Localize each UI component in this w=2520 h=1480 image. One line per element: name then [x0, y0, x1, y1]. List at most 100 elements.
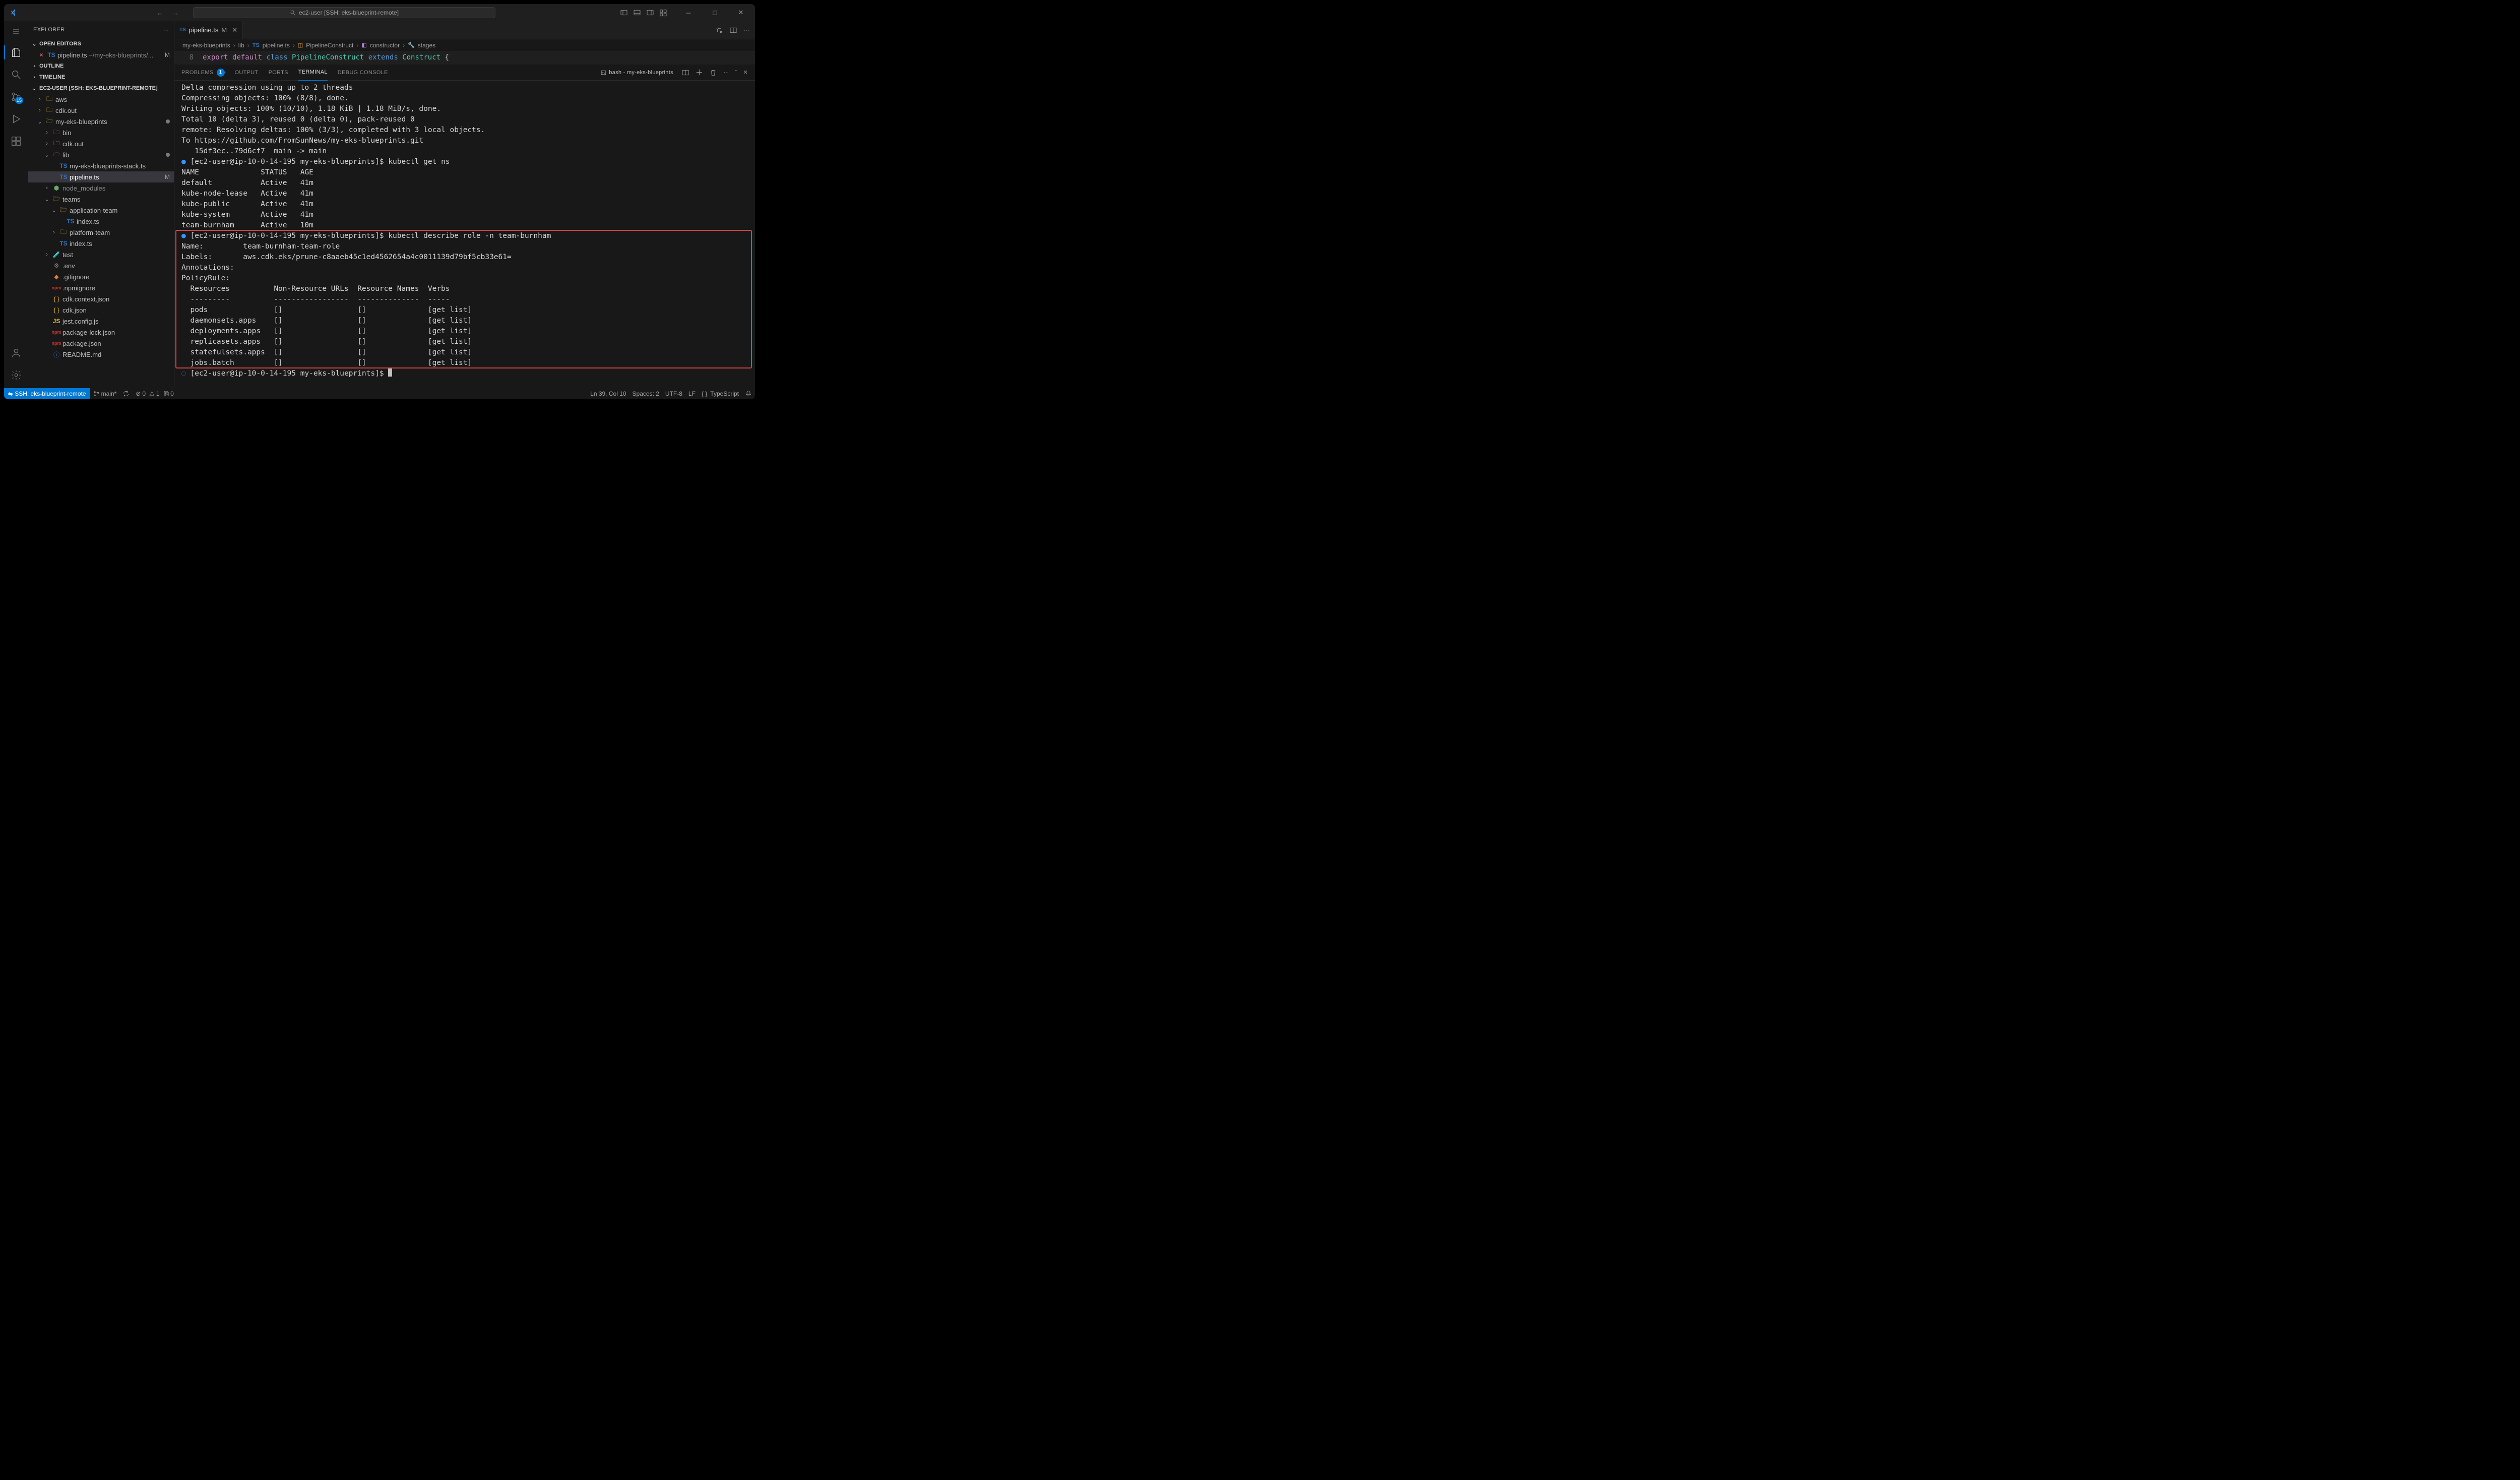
property-icon: 🔧	[408, 42, 415, 48]
code-editor[interactable]: 8export default class PipelineConstruct …	[174, 51, 755, 65]
window-maximize[interactable]	[705, 4, 725, 21]
accounts-icon[interactable]	[10, 347, 22, 359]
tree-file[interactable]: { }cdk.context.json	[28, 293, 174, 304]
tree-folder[interactable]: ›🗀platform-team	[28, 227, 174, 238]
tree-file[interactable]: TSindex.ts	[28, 238, 174, 249]
explorer-more-icon[interactable]: ⋯	[163, 27, 169, 33]
compare-changes-icon[interactable]	[715, 26, 723, 34]
notifications-icon[interactable]	[742, 390, 755, 398]
layout-customize-icon[interactable]	[659, 9, 667, 17]
tree-file[interactable]: TSmy-eks-blueprints-stack.ts	[28, 160, 174, 171]
tree-label: cdk.out	[55, 107, 77, 114]
editor-group: TS pipeline.ts M ✕ ⋯ my-eks-blueprints› …	[174, 21, 755, 388]
nav-forward-icon[interactable]: →	[172, 9, 179, 17]
ports-icon: ⎘	[164, 390, 169, 398]
tree-folder[interactable]: ›🗀aws	[28, 94, 174, 105]
typescript-file-icon: TS	[59, 173, 68, 180]
folder-open-icon: 🗁	[52, 150, 60, 160]
tree-folder[interactable]: ›⬢node_modules	[28, 182, 174, 194]
window-close[interactable]: ✕	[731, 4, 751, 21]
scm-badge: 15	[15, 97, 23, 104]
kill-terminal-icon[interactable]	[709, 69, 717, 77]
tab-problems[interactable]: PROBLEMS1	[181, 69, 225, 77]
tree-folder[interactable]: ⌄🗁my-eks-blueprints	[28, 116, 174, 127]
split-terminal-icon[interactable]	[681, 69, 689, 77]
indentation[interactable]: Spaces: 2	[629, 390, 662, 398]
tree-label: cdk.context.json	[62, 295, 109, 303]
tree-file[interactable]: TSindex.ts	[28, 216, 174, 227]
tree-file[interactable]: { }cdk.json	[28, 304, 174, 316]
tree-folder[interactable]: ›🗀bin	[28, 127, 174, 138]
outline-section[interactable]: ›OUTLINE	[28, 60, 174, 72]
tree-file[interactable]: npmpackage.json	[28, 338, 174, 349]
git-sync[interactable]	[119, 390, 133, 398]
remote-indicator[interactable]: ⇋ SSH: eks-blueprint-remote	[4, 388, 90, 399]
tree-file[interactable]: TSpipeline.tsM	[28, 171, 174, 182]
tree-folder[interactable]: ⌄🗁lib	[28, 149, 174, 160]
menu-icon[interactable]	[10, 25, 22, 37]
tree-label: .env	[62, 262, 75, 270]
tree-folder[interactable]: ›🧪test	[28, 249, 174, 260]
maximize-panel-icon[interactable]: ˆ	[735, 70, 737, 76]
modified-dot-icon	[166, 153, 170, 157]
more-terminal-icon[interactable]: ⋯	[723, 69, 729, 76]
nav-back-icon[interactable]: ←	[157, 9, 163, 17]
settings-gear-icon[interactable]	[10, 369, 22, 381]
tab-ports[interactable]: PORTS	[269, 70, 288, 76]
terminal-selector[interactable]: bash - my-eks-blueprints	[598, 68, 675, 78]
close-panel-icon[interactable]: ✕	[743, 69, 748, 76]
npm-file-icon: npm	[52, 285, 60, 290]
tree-folder[interactable]: ›🗀cdk.out	[28, 138, 174, 149]
chevron-right-icon: ›	[43, 141, 50, 147]
window-minimize[interactable]: ─	[678, 4, 699, 21]
tab-debug-console[interactable]: DEBUG CONSOLE	[338, 70, 388, 76]
tree-file[interactable]: ⚙.env	[28, 260, 174, 271]
git-branch[interactable]: main*	[90, 390, 120, 398]
run-debug-icon[interactable]	[10, 113, 22, 125]
tab-output[interactable]: OUTPUT	[235, 70, 259, 76]
tree-file[interactable]: npm.npmignore	[28, 282, 174, 293]
close-tab-icon[interactable]: ✕	[232, 26, 237, 34]
layout-sidebar-left-icon[interactable]	[620, 9, 628, 17]
explorer-icon[interactable]	[10, 46, 22, 58]
chevron-right-icon: ›	[43, 185, 50, 191]
workspace-section[interactable]: ⌄EC2-USER [SSH: EKS-BLUEPRINT-REMOTE]	[28, 83, 174, 94]
tab-terminal[interactable]: TERMINAL	[298, 65, 328, 81]
source-control-icon[interactable]: 15	[10, 91, 22, 103]
extensions-icon[interactable]	[10, 135, 22, 147]
encoding[interactable]: UTF-8	[662, 390, 685, 398]
open-editors-section[interactable]: ⌄OPEN EDITORS	[28, 38, 174, 49]
tree-label: platform-team	[70, 229, 110, 236]
eol[interactable]: LF	[685, 390, 699, 398]
search-icon[interactable]	[10, 69, 22, 81]
new-terminal-icon[interactable]: ＋	[696, 67, 703, 78]
tree-label: package-lock.json	[62, 329, 115, 336]
close-icon[interactable]: ×	[37, 51, 45, 58]
tree-file[interactable]: ⓘREADME.md	[28, 349, 174, 360]
timeline-section[interactable]: ›TIMELINE	[28, 72, 174, 83]
open-editor-item[interactable]: × TS pipeline.ts ~/my-eks-blueprints/...…	[28, 49, 174, 60]
tree-folder[interactable]: ›🗀cdk.out	[28, 105, 174, 116]
tree-label: test	[62, 251, 73, 259]
tree-file[interactable]: JSjest.config.js	[28, 316, 174, 327]
layout-sidebar-right-icon[interactable]	[646, 9, 654, 17]
split-editor-icon[interactable]	[729, 26, 737, 34]
language-mode[interactable]: { }TypeScript	[699, 390, 742, 398]
explorer-title: EXPLORER	[33, 27, 65, 33]
command-center[interactable]: ec2-user [SSH: eks-blueprint-remote]	[193, 7, 495, 18]
cursor-position[interactable]: Ln 39, Col 10	[587, 390, 629, 398]
tree-file[interactable]: npmpackage-lock.json	[28, 327, 174, 338]
editor-tab[interactable]: TS pipeline.ts M ✕	[174, 21, 243, 39]
breadcrumb[interactable]: my-eks-blueprints› lib› TSpipeline.ts› ◫…	[174, 39, 755, 51]
status-problems[interactable]: ⊘0 ⚠1 ⎘0	[133, 390, 177, 398]
tree-label: jest.config.js	[62, 318, 99, 325]
tree-folder[interactable]: ⌄🗁application-team	[28, 205, 174, 216]
terminal[interactable]: Delta compression using up to 2 threads …	[174, 81, 755, 388]
more-actions-icon[interactable]: ⋯	[743, 26, 750, 34]
layout-panel-icon[interactable]	[633, 9, 641, 17]
explorer-sidebar: EXPLORER ⋯ ⌄OPEN EDITORS × TS pipeline.t…	[28, 21, 174, 388]
folder-open-icon: 🗁	[59, 205, 68, 216]
vscode-logo-icon	[9, 9, 17, 17]
tree-folder[interactable]: ⌄🗁teams	[28, 194, 174, 205]
tree-file[interactable]: ◆.gitignore	[28, 271, 174, 282]
